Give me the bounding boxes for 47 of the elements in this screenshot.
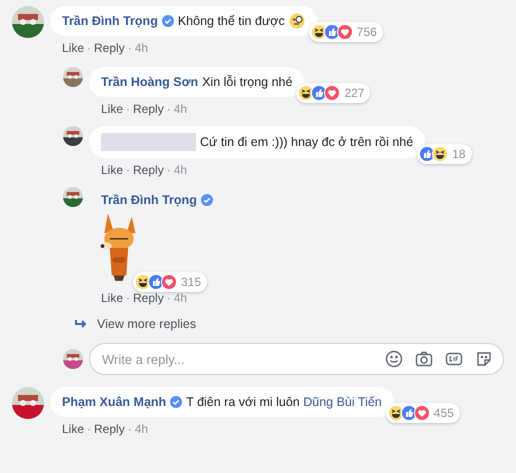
author-name[interactable]: Phạm Xuân Mạnh xyxy=(62,394,166,410)
like-link[interactable]: Like xyxy=(101,102,124,116)
comment-text: Cứ tin đi em :))) hnay đc ở trên rồi nhé xyxy=(200,134,414,150)
like-link[interactable]: Like xyxy=(62,41,84,55)
camera-icon[interactable] xyxy=(415,350,433,368)
separator-dot: · xyxy=(87,41,92,55)
comment-text: Xin lỗi trọng nhé xyxy=(202,74,292,90)
comment-time: 4h xyxy=(134,41,148,55)
separator-dot: · xyxy=(128,41,132,55)
comment-time: 4h xyxy=(174,291,188,305)
comment-time: 4h xyxy=(174,163,188,177)
comment-text: T điên ra với mi luôn Dũng Bùi Tiến xyxy=(186,394,382,410)
comment-text: Không thể tin được xyxy=(178,13,285,29)
like-link[interactable]: Like xyxy=(101,163,124,177)
author-name[interactable]: Trần Hoàng Sơn xyxy=(101,74,198,90)
heart-reaction-icon xyxy=(161,274,177,290)
separator-dot: · xyxy=(166,163,171,177)
emoji-icon[interactable] xyxy=(385,350,403,368)
reply-link[interactable]: Reply xyxy=(94,41,125,55)
reply-arrow-icon xyxy=(75,319,87,329)
separator-dot: · xyxy=(166,291,171,305)
gif-icon[interactable] xyxy=(445,350,463,368)
reply-link[interactable]: Reply xyxy=(133,291,164,305)
reply-field[interactable]: Write a reply... xyxy=(89,343,504,375)
comment-time: 4h xyxy=(174,102,188,116)
separator-dot: · xyxy=(166,102,171,116)
separator-dot: · xyxy=(126,102,130,116)
mention-link[interactable]: Dũng Bùi Tiến xyxy=(303,395,382,409)
like-link[interactable]: Like xyxy=(62,422,84,436)
reply-input[interactable]: Write a reply... xyxy=(100,350,385,368)
author-name[interactable]: Trần Đình Trọng xyxy=(101,193,197,207)
reply-link[interactable]: Reply xyxy=(133,102,164,116)
comment-time: 4h xyxy=(134,422,148,436)
separator-dot: · xyxy=(126,291,130,305)
like-link[interactable]: Like xyxy=(101,291,124,305)
heart-reaction-icon xyxy=(414,405,430,421)
heart-reaction-icon xyxy=(324,85,340,101)
view-more-replies-link[interactable]: View more replies xyxy=(75,317,504,331)
heart-reaction-icon xyxy=(336,24,353,40)
separator-dot: · xyxy=(126,163,130,177)
separator-dot: · xyxy=(128,422,132,436)
reply-link[interactable]: Reply xyxy=(94,422,125,436)
separator-dot: · xyxy=(87,422,92,436)
reply-link[interactable]: Reply xyxy=(133,163,164,177)
laughing-reaction-icon xyxy=(432,146,448,162)
sticker-icon[interactable] xyxy=(475,350,493,368)
author-name[interactable]: Trần Đình Trọng xyxy=(62,13,158,29)
